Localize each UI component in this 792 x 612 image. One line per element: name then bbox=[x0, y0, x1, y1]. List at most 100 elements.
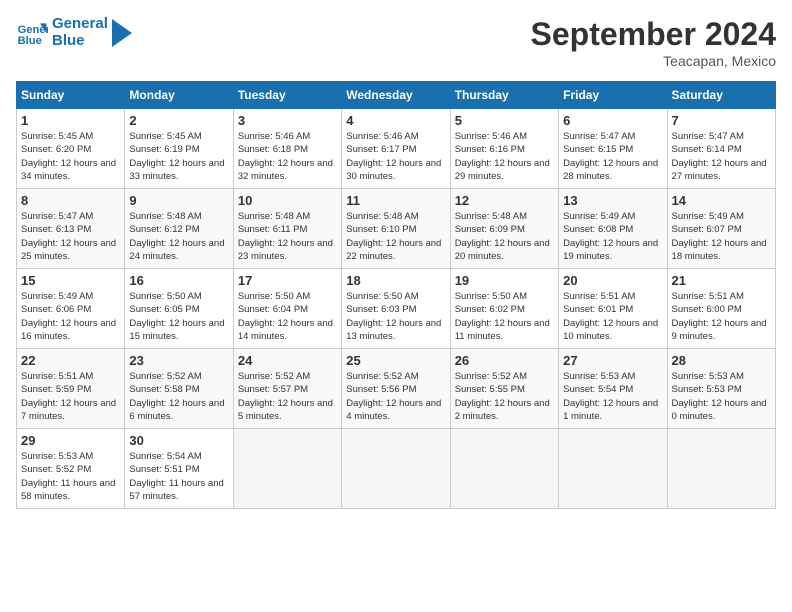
day-number: 20 bbox=[563, 273, 662, 288]
day-number: 12 bbox=[455, 193, 554, 208]
day-info: Sunrise: 5:53 AMSunset: 5:52 PMDaylight:… bbox=[21, 450, 120, 503]
calendar-cell bbox=[559, 429, 667, 509]
calendar-cell: 20Sunrise: 5:51 AMSunset: 6:01 PMDayligh… bbox=[559, 269, 667, 349]
calendar-cell: 29Sunrise: 5:53 AMSunset: 5:52 PMDayligh… bbox=[17, 429, 125, 509]
day-info: Sunrise: 5:45 AMSunset: 6:19 PMDaylight:… bbox=[129, 130, 228, 183]
day-info: Sunrise: 5:46 AMSunset: 6:16 PMDaylight:… bbox=[455, 130, 554, 183]
calendar-cell: 11Sunrise: 5:48 AMSunset: 6:10 PMDayligh… bbox=[342, 189, 450, 269]
day-info: Sunrise: 5:49 AMSunset: 6:08 PMDaylight:… bbox=[563, 210, 662, 263]
day-info: Sunrise: 5:50 AMSunset: 6:04 PMDaylight:… bbox=[238, 290, 337, 343]
day-info: Sunrise: 5:54 AMSunset: 5:51 PMDaylight:… bbox=[129, 450, 228, 503]
day-number: 27 bbox=[563, 353, 662, 368]
calendar-body: 1 Sunrise: 5:45 AMSunset: 6:20 PMDaylight… bbox=[17, 109, 776, 509]
col-header-wednesday: Wednesday bbox=[342, 82, 450, 109]
calendar-cell: 1 Sunrise: 5:45 AMSunset: 6:20 PMDaylight… bbox=[17, 109, 125, 189]
day-info: Sunrise: 5:50 AMSunset: 6:02 PMDaylight:… bbox=[455, 290, 554, 343]
calendar-cell: 21 Sunrise: 5:51 AMSunset: 6:00 PMDayligh… bbox=[667, 269, 775, 349]
col-header-thursday: Thursday bbox=[450, 82, 558, 109]
day-number: 21 bbox=[672, 273, 771, 288]
calendar-week-4: 22Sunrise: 5:51 AMSunset: 5:59 PMDayligh… bbox=[17, 349, 776, 429]
day-number: 8 bbox=[21, 193, 120, 208]
calendar-table: SundayMondayTuesdayWednesdayThursdayFrid… bbox=[16, 81, 776, 509]
logo-icon: General Blue bbox=[16, 17, 48, 49]
calendar-cell: 17 Sunrise: 5:50 AMSunset: 6:04 PMDayligh… bbox=[233, 269, 341, 349]
calendar-cell: 14 Sunrise: 5:49 AMSunset: 6:07 PMDayligh… bbox=[667, 189, 775, 269]
calendar-week-2: 8 Sunrise: 5:47 AMSunset: 6:13 PMDaylight… bbox=[17, 189, 776, 269]
day-number: 7 bbox=[672, 113, 771, 128]
calendar-cell bbox=[450, 429, 558, 509]
day-number: 22 bbox=[21, 353, 120, 368]
calendar-cell: 30 Sunrise: 5:54 AMSunset: 5:51 PMDayligh… bbox=[125, 429, 233, 509]
calendar-cell: 19Sunrise: 5:50 AMSunset: 6:02 PMDayligh… bbox=[450, 269, 558, 349]
day-number: 5 bbox=[455, 113, 554, 128]
calendar-cell: 23Sunrise: 5:52 AMSunset: 5:58 PMDayligh… bbox=[125, 349, 233, 429]
logo: General Blue General Blue bbox=[16, 16, 132, 49]
day-number: 9 bbox=[129, 193, 228, 208]
day-info: Sunrise: 5:48 AMSunset: 6:11 PMDaylight:… bbox=[238, 210, 337, 263]
day-info: Sunrise: 5:47 AMSunset: 6:13 PMDaylight:… bbox=[21, 210, 120, 263]
day-info: Sunrise: 5:49 AMSunset: 6:07 PMDaylight:… bbox=[672, 210, 771, 263]
svg-text:Blue: Blue bbox=[18, 35, 42, 47]
location: Teacapan, Mexico bbox=[531, 53, 776, 69]
calendar-cell: 10 Sunrise: 5:48 AMSunset: 6:11 PMDayligh… bbox=[233, 189, 341, 269]
day-info: Sunrise: 5:52 AMSunset: 5:56 PMDaylight:… bbox=[346, 370, 445, 423]
col-header-monday: Monday bbox=[125, 82, 233, 109]
day-info: Sunrise: 5:53 AMSunset: 5:54 PMDaylight:… bbox=[563, 370, 662, 423]
calendar-cell: 9 Sunrise: 5:48 AMSunset: 6:12 PMDaylight… bbox=[125, 189, 233, 269]
calendar-cell: 16Sunrise: 5:50 AMSunset: 6:05 PMDayligh… bbox=[125, 269, 233, 349]
day-info: Sunrise: 5:52 AMSunset: 5:57 PMDaylight:… bbox=[238, 370, 337, 423]
day-number: 25 bbox=[346, 353, 445, 368]
day-info: Sunrise: 5:51 AMSunset: 6:00 PMDaylight:… bbox=[672, 290, 771, 343]
calendar-cell: 2Sunrise: 5:45 AMSunset: 6:19 PMDaylight… bbox=[125, 109, 233, 189]
day-number: 13 bbox=[563, 193, 662, 208]
day-number: 15 bbox=[21, 273, 120, 288]
day-number: 16 bbox=[129, 273, 228, 288]
day-info: Sunrise: 5:48 AMSunset: 6:10 PMDaylight:… bbox=[346, 210, 445, 263]
day-number: 23 bbox=[129, 353, 228, 368]
calendar-week-3: 15 Sunrise: 5:49 AMSunset: 6:06 PMDayligh… bbox=[17, 269, 776, 349]
day-info: Sunrise: 5:48 AMSunset: 6:12 PMDaylight:… bbox=[129, 210, 228, 263]
day-number: 4 bbox=[346, 113, 445, 128]
calendar-cell: 15 Sunrise: 5:49 AMSunset: 6:06 PMDayligh… bbox=[17, 269, 125, 349]
day-number: 28 bbox=[672, 353, 771, 368]
page-header: General Blue General Blue September 2024… bbox=[16, 16, 776, 69]
day-info: Sunrise: 5:49 AMSunset: 6:06 PMDaylight:… bbox=[21, 290, 120, 343]
day-info: Sunrise: 5:48 AMSunset: 6:09 PMDaylight:… bbox=[455, 210, 554, 263]
calendar-cell bbox=[667, 429, 775, 509]
calendar-cell: 13 Sunrise: 5:49 AMSunset: 6:08 PMDayligh… bbox=[559, 189, 667, 269]
day-number: 18 bbox=[346, 273, 445, 288]
day-info: Sunrise: 5:47 AMSunset: 6:14 PMDaylight:… bbox=[672, 130, 771, 183]
calendar-cell: 5 Sunrise: 5:46 AMSunset: 6:16 PMDaylight… bbox=[450, 109, 558, 189]
calendar-cell bbox=[342, 429, 450, 509]
col-header-sunday: Sunday bbox=[17, 82, 125, 109]
day-number: 17 bbox=[238, 273, 337, 288]
day-number: 10 bbox=[238, 193, 337, 208]
calendar-cell bbox=[233, 429, 341, 509]
column-headers: SundayMondayTuesdayWednesdayThursdayFrid… bbox=[17, 82, 776, 109]
calendar-week-1: 1 Sunrise: 5:45 AMSunset: 6:20 PMDaylight… bbox=[17, 109, 776, 189]
calendar-cell: 28 Sunrise: 5:53 AMSunset: 5:53 PMDayligh… bbox=[667, 349, 775, 429]
calendar-cell: 7 Sunrise: 5:47 AMSunset: 6:14 PMDaylight… bbox=[667, 109, 775, 189]
calendar-cell: 24 Sunrise: 5:52 AMSunset: 5:57 PMDayligh… bbox=[233, 349, 341, 429]
title-area: September 2024 Teacapan, Mexico bbox=[531, 16, 776, 69]
calendar-cell: 8 Sunrise: 5:47 AMSunset: 6:13 PMDaylight… bbox=[17, 189, 125, 269]
day-info: Sunrise: 5:50 AMSunset: 6:03 PMDaylight:… bbox=[346, 290, 445, 343]
day-number: 1 bbox=[21, 113, 120, 128]
day-number: 3 bbox=[238, 113, 337, 128]
calendar-week-5: 29Sunrise: 5:53 AMSunset: 5:52 PMDayligh… bbox=[17, 429, 776, 509]
calendar-cell: 25 Sunrise: 5:52 AMSunset: 5:56 PMDayligh… bbox=[342, 349, 450, 429]
day-info: Sunrise: 5:47 AMSunset: 6:15 PMDaylight:… bbox=[563, 130, 662, 183]
day-info: Sunrise: 5:45 AMSunset: 6:20 PMDaylight:… bbox=[21, 130, 120, 183]
month-title: September 2024 bbox=[531, 16, 776, 53]
calendar-cell: 26Sunrise: 5:52 AMSunset: 5:55 PMDayligh… bbox=[450, 349, 558, 429]
day-info: Sunrise: 5:46 AMSunset: 6:18 PMDaylight:… bbox=[238, 130, 337, 183]
day-info: Sunrise: 5:53 AMSunset: 5:53 PMDaylight:… bbox=[672, 370, 771, 423]
day-number: 24 bbox=[238, 353, 337, 368]
day-number: 30 bbox=[129, 433, 228, 448]
day-info: Sunrise: 5:46 AMSunset: 6:17 PMDaylight:… bbox=[346, 130, 445, 183]
calendar-cell: 22Sunrise: 5:51 AMSunset: 5:59 PMDayligh… bbox=[17, 349, 125, 429]
day-number: 14 bbox=[672, 193, 771, 208]
col-header-friday: Friday bbox=[559, 82, 667, 109]
calendar-cell: 18 Sunrise: 5:50 AMSunset: 6:03 PMDayligh… bbox=[342, 269, 450, 349]
day-info: Sunrise: 5:52 AMSunset: 5:55 PMDaylight:… bbox=[455, 370, 554, 423]
